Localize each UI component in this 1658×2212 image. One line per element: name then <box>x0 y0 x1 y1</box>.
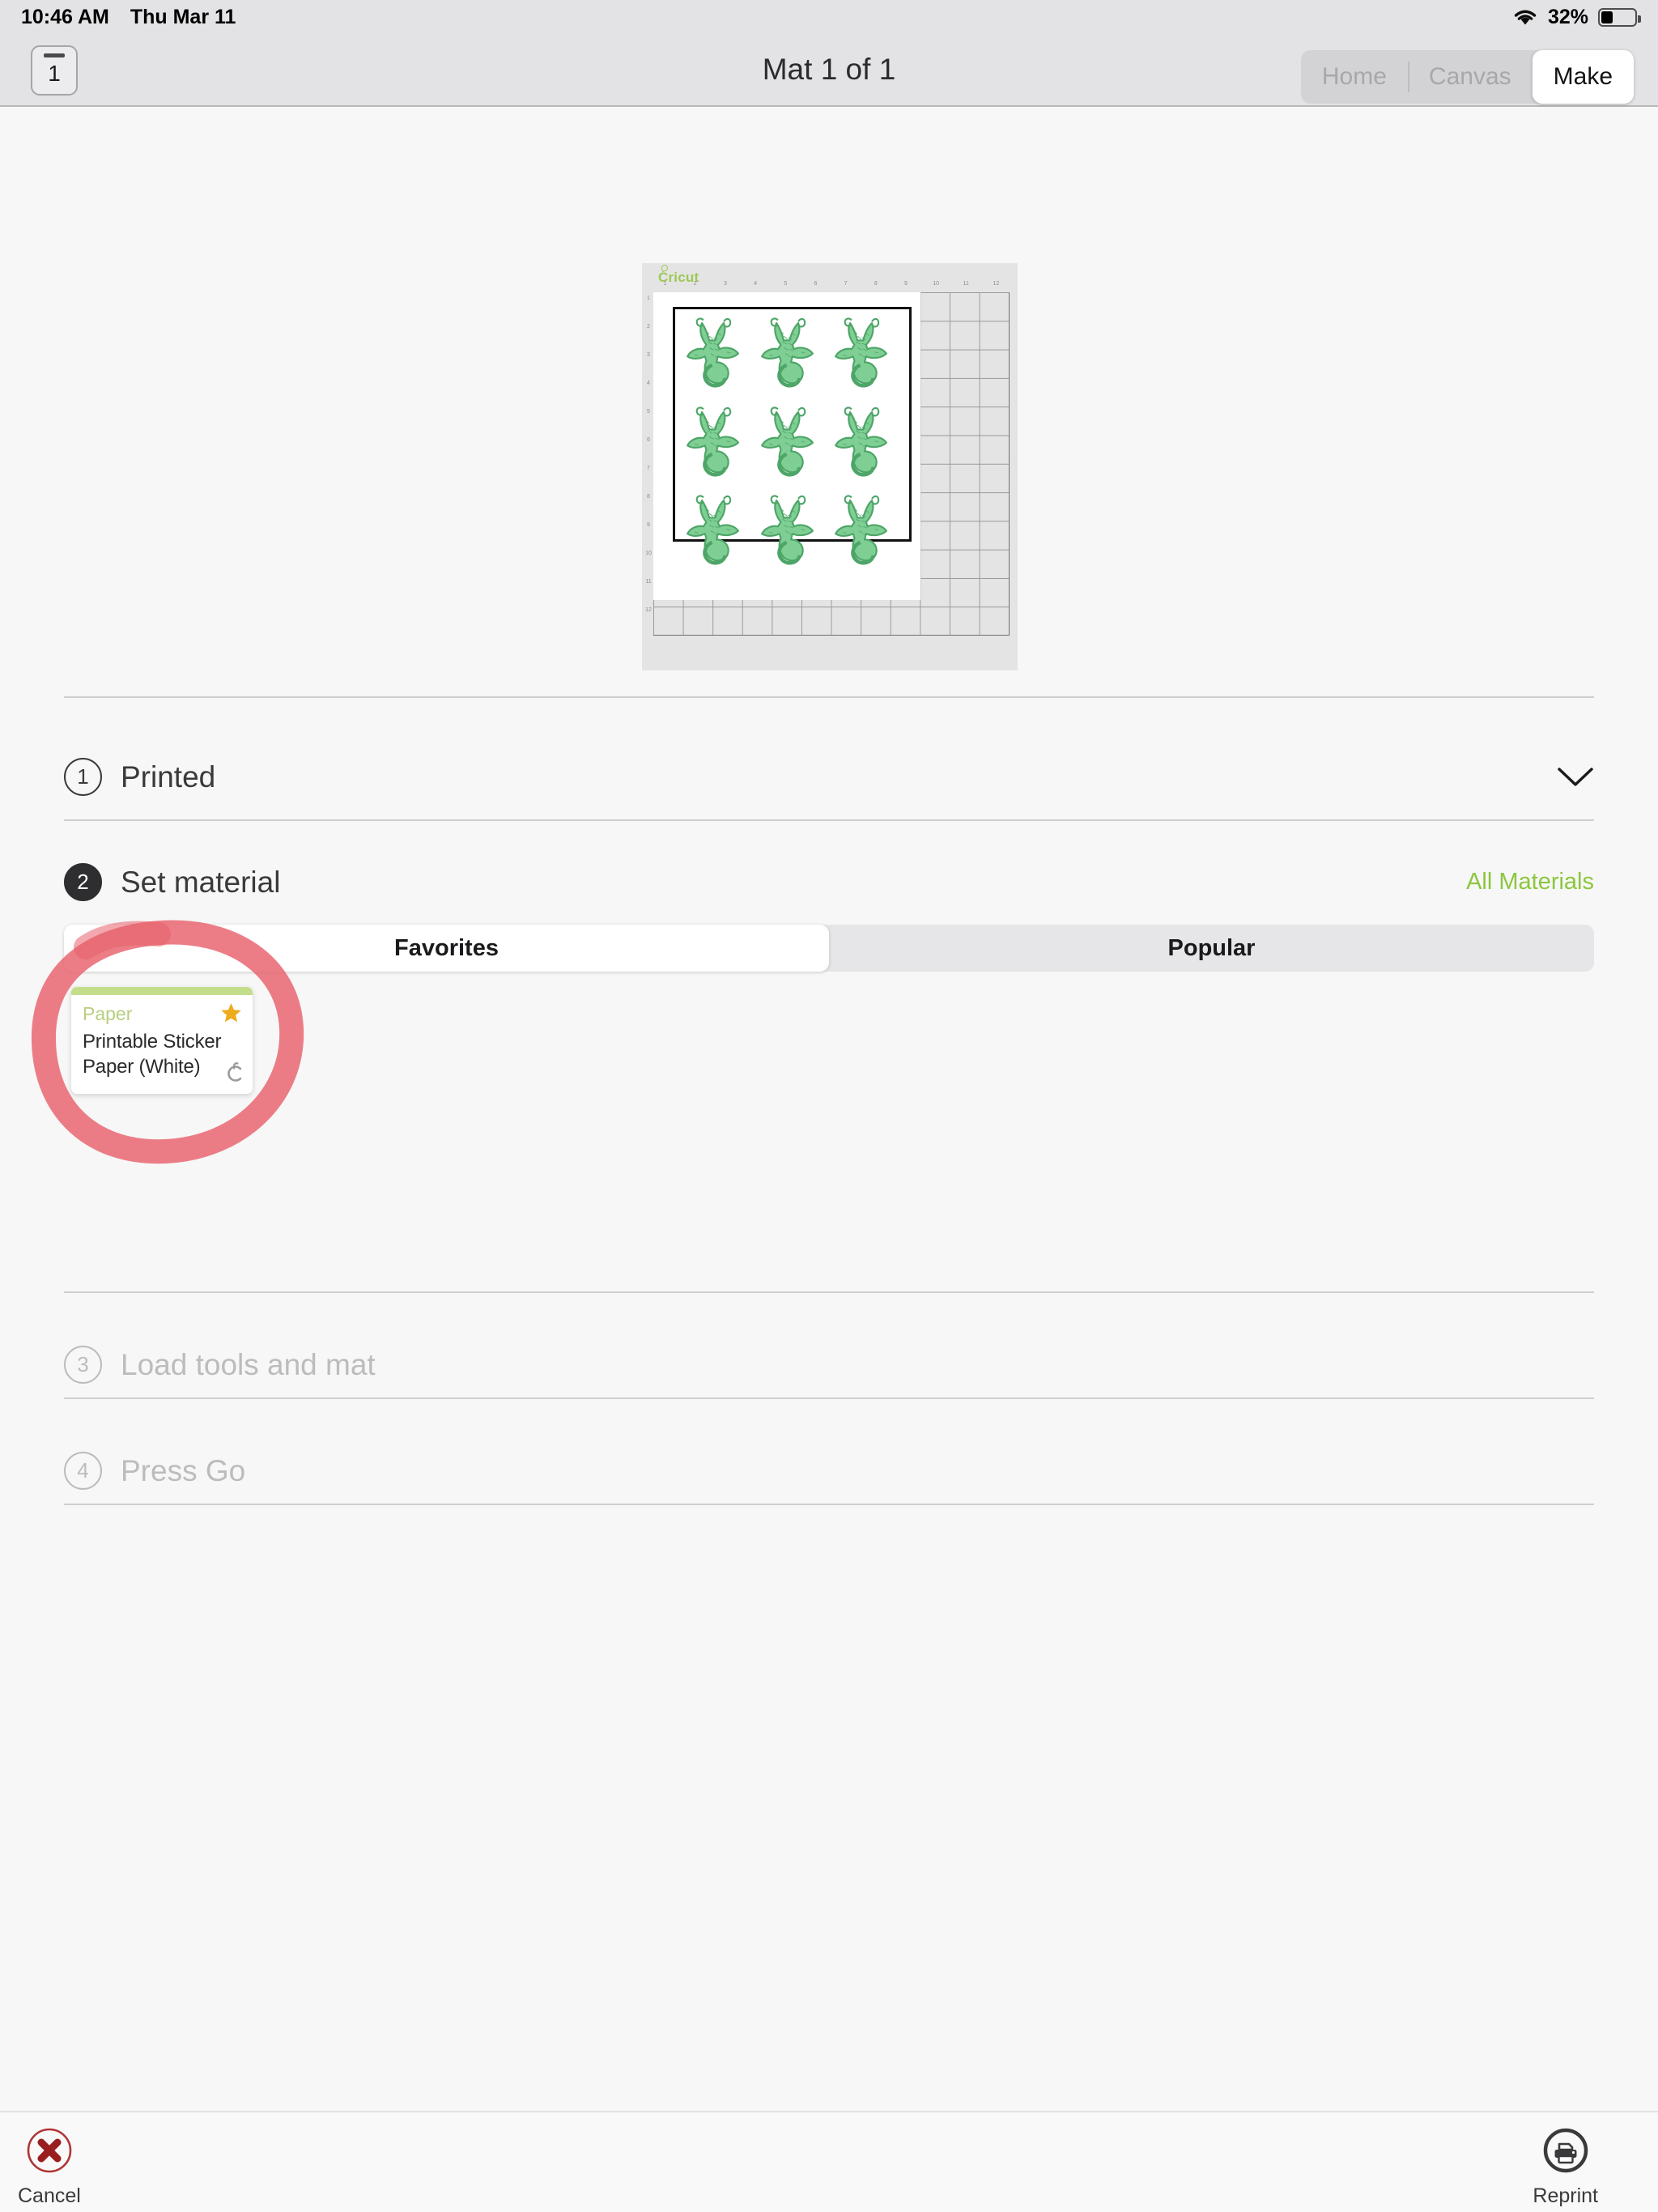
reprint-button[interactable]: Reprint <box>1533 2127 1598 2208</box>
reprint-label: Reprint <box>1533 2184 1598 2207</box>
ruler-tick-v: 7 <box>647 466 650 471</box>
sea-turtle-sticker <box>756 316 829 403</box>
step-2-label: Set material <box>121 865 281 899</box>
tab-canvas[interactable]: Canvas <box>1407 50 1533 104</box>
divider-after-step4 <box>64 1504 1594 1505</box>
ruler-tick-h: 5 <box>784 281 788 287</box>
ruler-tick-h: 3 <box>723 281 727 287</box>
favorite-star-icon[interactable] <box>220 1002 242 1023</box>
tab-make-label: Make <box>1553 63 1613 90</box>
ruler-tick-v: 10 <box>645 551 652 556</box>
make-screen: 10:46 AM Thu Mar 11 32% 1 Mat 1 of 1 Hom… <box>0 0 1658 2212</box>
cancel-x-circle-icon <box>26 2127 73 2178</box>
tab-popular[interactable]: Popular <box>829 925 1594 972</box>
mat-preview[interactable]: Cricut 1 2 3 4 5 6 7 8 9 10 11 12 1 2 3 4 5 6 7 8 9 10 11 12 <box>642 263 1018 670</box>
ruler-tick-v: 4 <box>647 381 650 386</box>
step-3-number-label: 3 <box>77 1352 89 1376</box>
sea-turtle-sticker <box>682 316 755 403</box>
ruler-tick-v: 5 <box>647 409 650 415</box>
divider-before-step3 <box>64 1291 1594 1293</box>
tab-home[interactable]: Home <box>1301 50 1408 104</box>
step-1-number: 1 <box>64 758 102 796</box>
divider-after-step3 <box>64 1397 1594 1399</box>
status-time: 10:46 AM <box>21 5 109 28</box>
sea-turtle-sticker <box>830 316 903 403</box>
ruler-tick-h: 10 <box>933 281 940 287</box>
step-press-go: 4 Press Go <box>64 1452 1594 1490</box>
ruler-tick-v: 3 <box>647 352 650 358</box>
ruler-tick-h: 11 <box>963 281 969 287</box>
material-card-accent-bar <box>71 987 253 995</box>
ruler-tick-h: 9 <box>904 281 908 287</box>
ruler-vertical: 1 2 3 4 5 6 7 8 9 10 11 12 <box>644 296 653 636</box>
material-source-tabs[interactable]: Favorites Popular <box>64 925 1594 972</box>
status-bar-left: 10:46 AM Thu Mar 11 <box>21 6 236 29</box>
cancel-label: Cancel <box>18 2184 81 2207</box>
material-name: Printable Sticker Paper (White) <box>83 1031 222 1078</box>
battery-icon <box>1598 7 1641 27</box>
tab-canvas-label: Canvas <box>1428 63 1511 90</box>
ruler-tick-h: 2 <box>693 281 697 287</box>
battery-percent: 32% <box>1547 5 1588 28</box>
sea-turtle-sticker <box>756 493 829 581</box>
tab-home-label: Home <box>1321 63 1387 90</box>
sea-turtle-sticker <box>682 493 755 581</box>
ruler-tick-v: 12 <box>645 607 652 613</box>
step-4-number: 4 <box>64 1452 102 1490</box>
paper-sheet <box>653 292 920 600</box>
step-set-material: 2 Set material All Materials <box>64 863 1594 901</box>
ruler-tick-v: 8 <box>647 494 650 500</box>
status-date: Thu Mar 11 <box>130 5 236 28</box>
print-cut-registration-frame <box>673 307 912 565</box>
step-load-tools-and-mat: 3 Load tools and mat <box>64 1346 1594 1384</box>
material-category: Paper <box>83 1003 133 1024</box>
divider-after-step1 <box>64 819 1594 821</box>
ruler-tick-v: 1 <box>647 296 650 301</box>
step-3-label: Load tools and mat <box>121 1347 376 1381</box>
sea-turtle-sticker <box>830 493 903 581</box>
ruler-tick-h: 1 <box>663 281 667 287</box>
sea-turtle-sticker <box>756 405 829 492</box>
ruler-tick-h: 4 <box>754 281 758 287</box>
tab-favorites[interactable]: Favorites <box>64 925 829 972</box>
step-2-number-label: 2 <box>77 870 89 894</box>
ruler-tick-h: 7 <box>844 281 848 287</box>
ruler-tick-v: 9 <box>647 522 650 528</box>
step-4-number-label: 4 <box>77 1458 89 1482</box>
tab-make[interactable]: Make <box>1532 50 1634 104</box>
step-4-label: Press Go <box>121 1453 246 1487</box>
step-3-number: 3 <box>64 1346 102 1384</box>
printer-circle-icon <box>1542 2127 1589 2178</box>
wifi-icon <box>1512 7 1538 27</box>
status-bar-right: 32% <box>1512 5 1641 29</box>
ruler-tick-h: 8 <box>874 281 878 287</box>
ruler-tick-v: 6 <box>647 437 650 443</box>
step-1-label: Printed <box>121 759 216 793</box>
material-card[interactable]: Paper Printable Sticker Paper (White) <box>71 987 253 1094</box>
sea-turtle-sticker <box>682 405 755 492</box>
mode-segmented-control[interactable]: Home Canvas Make <box>1300 50 1634 104</box>
ruler-tick-v: 11 <box>645 579 652 585</box>
step-printed[interactable]: 1 Printed <box>64 758 1594 796</box>
tab-favorites-label: Favorites <box>394 934 499 961</box>
tab-popular-label: Popular <box>1167 934 1256 961</box>
ruler-tick-h: 12 <box>993 281 1000 287</box>
ruler-horizontal: 1 2 3 4 5 6 7 8 9 10 11 12 <box>650 281 1011 292</box>
cancel-button[interactable]: Cancel <box>18 2127 81 2208</box>
navigation-bar: 1 Mat 1 of 1 Home Canvas Make <box>0 34 1658 107</box>
step-2-number: 2 <box>64 863 102 901</box>
status-bar: 10:46 AM Thu Mar 11 32% <box>0 0 1658 34</box>
cricut-brand-mark-icon <box>223 1060 244 1091</box>
ruler-tick-h: 6 <box>814 281 818 287</box>
sticker-grid <box>682 316 903 565</box>
bottom-toolbar: Cancel Reprint <box>0 2111 1658 2212</box>
sea-turtle-sticker <box>830 405 903 492</box>
ruler-tick-v: 2 <box>647 324 650 330</box>
all-materials-link[interactable]: All Materials <box>1466 869 1594 895</box>
divider-top <box>64 696 1594 698</box>
step-1-number-label: 1 <box>77 764 89 789</box>
chevron-down-icon[interactable] <box>1557 767 1594 788</box>
